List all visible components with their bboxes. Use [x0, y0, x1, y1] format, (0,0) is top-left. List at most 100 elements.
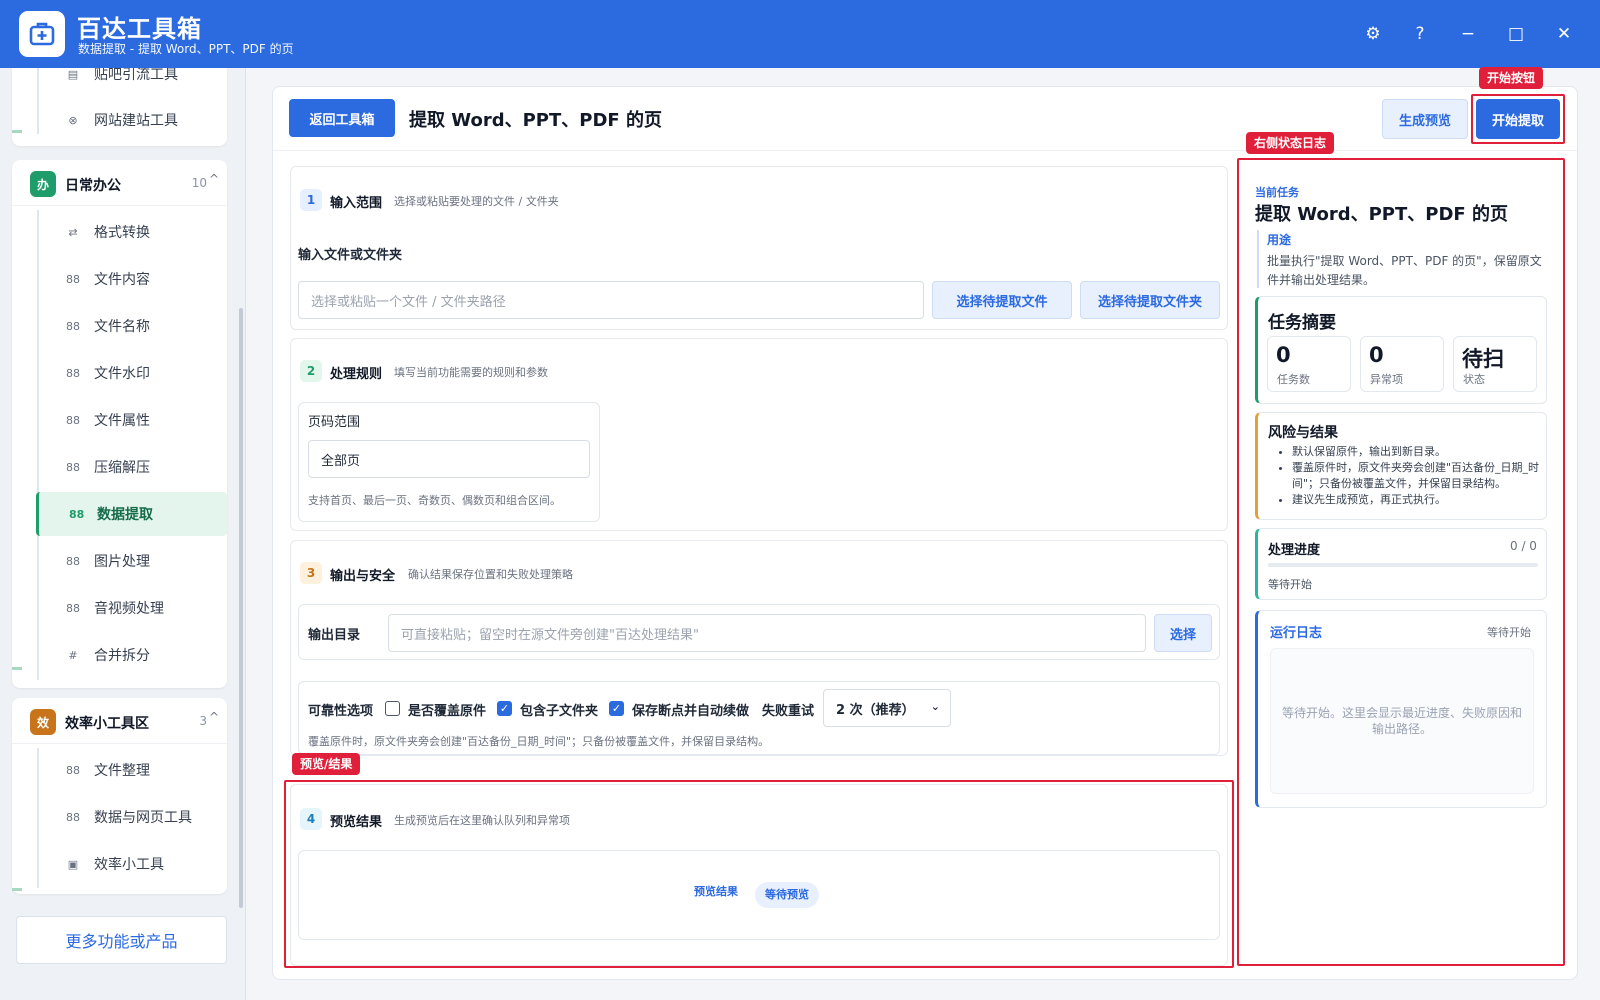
more-products-button[interactable]: 更多功能或产品	[16, 916, 227, 964]
subfolders-label: 包含子文件夹	[520, 704, 599, 719]
sidebar-item-label: 文件内容	[94, 272, 150, 288]
sidebar-item-av[interactable]: 88 音视频处理	[36, 586, 227, 630]
section-title: 处理规则	[330, 367, 383, 382]
section-desc: 填写当前功能需要的规则和参数	[394, 366, 548, 379]
sidebar-item-format-convert[interactable]: ⇄ 格式转换	[36, 210, 227, 254]
grid-icon: 88	[69, 507, 85, 521]
annotation-tag-start: 开始按钮	[1479, 67, 1544, 89]
settings-icon[interactable]: ⚙	[1359, 20, 1387, 48]
sidebar-item-data-web[interactable]: 88 数据与网页工具	[36, 795, 227, 839]
list-icon: ▤	[67, 68, 79, 81]
overwrite-note: 覆盖原件时，原文件夹旁会创建"百达备份_日期_时间"；只备份被覆盖文件，并保留目…	[308, 735, 770, 748]
step-number: 1	[300, 189, 322, 211]
grid-icon: 88	[66, 601, 80, 615]
section-title: 输出与安全	[330, 569, 396, 584]
sidebar-item-label: 图片处理	[94, 554, 150, 570]
chevron-up-icon[interactable]: ^	[209, 172, 219, 186]
sidebar-item-compress[interactable]: 88 压缩解压	[36, 445, 227, 489]
sidebar-card-previous: ▤ 贴吧引流工具 ⊗ 网站建站工具	[12, 68, 227, 146]
help-icon[interactable]: ?	[1406, 20, 1434, 48]
output-dir-input[interactable]: 可直接粘贴；留空时在源文件旁创建"百达处理结果"	[388, 614, 1146, 652]
retry-label: 失败重试	[762, 704, 815, 719]
grid-icon: 88	[66, 460, 80, 474]
grid-icon: 88	[66, 554, 80, 568]
page-range-label: 页码范围	[308, 415, 361, 430]
section-desc: 选择或粘贴要处理的文件 / 文件夹	[394, 195, 559, 208]
sidebar-item-label: 文件名称	[94, 319, 150, 335]
tree-accent	[12, 667, 22, 670]
sidebar-item-label: 效率小工具	[94, 857, 164, 873]
retry-value: 2 次（推荐）	[836, 702, 915, 718]
page-title: 提取 Word、PPT、PDF 的页	[409, 110, 662, 131]
group-badge: 效	[30, 709, 56, 735]
tree-accent	[12, 130, 22, 133]
hash-icon: #	[68, 648, 78, 662]
step-number: 2	[300, 360, 322, 382]
sidebar-item-label: 数据与网页工具	[94, 810, 192, 826]
grid-icon: 88	[66, 413, 80, 427]
sidebar-item-small-tools[interactable]: ▣ 效率小工具	[36, 842, 227, 886]
annotation-tag-log: 右侧状态日志	[1246, 132, 1335, 154]
input-field-label: 输入文件或文件夹	[298, 248, 403, 263]
sidebar-item-data-extract[interactable]: 88 数据提取	[36, 492, 227, 536]
maximize-icon[interactable]: □	[1502, 20, 1530, 48]
sidebar-item-watermark[interactable]: 88 文件水印	[36, 351, 227, 395]
chevron-down-icon: ⌄	[930, 700, 940, 713]
sidebar-item-label: 文件水印	[94, 366, 150, 382]
group-header-efficiency[interactable]: 效 效率小工具区 3 ^	[12, 698, 227, 744]
sidebar-item-merge-split[interactable]: # 合并拆分	[36, 633, 227, 677]
output-dir-label: 输出目录	[308, 628, 361, 643]
generate-preview-button[interactable]: 生成预览	[1382, 99, 1468, 139]
overwrite-checkbox[interactable]	[385, 701, 400, 716]
sidebar-item-website[interactable]: ⊗ 网站建站工具	[36, 98, 227, 142]
page-range-input[interactable]: 全部页	[308, 440, 590, 478]
section-title: 输入范围	[330, 196, 383, 211]
sidebar-item-label: 贴吧引流工具	[94, 68, 178, 83]
choose-folder-button[interactable]: 选择待提取文件夹	[1080, 281, 1220, 319]
close-icon[interactable]: ✕	[1550, 20, 1578, 48]
globe-icon: ⊗	[68, 113, 78, 127]
sidebar-group-efficiency: 效 效率小工具区 3 ^ 88 文件整理 88 数据与网页工具 ▣ 效率小工具	[12, 698, 227, 894]
resume-checkbox[interactable]: ✓	[609, 701, 624, 716]
title-bar: 百达工具箱 数据提取 - 提取 Word、PPT、PDF 的页 ⚙ ? − □ …	[0, 0, 1600, 68]
annotation-box-start	[1471, 94, 1565, 144]
group-count: 3	[199, 714, 207, 728]
sidebar-item-file-name[interactable]: 88 文件名称	[36, 304, 227, 348]
subfolders-checkbox[interactable]: ✓	[497, 701, 512, 716]
section-desc: 确认结果保存位置和失败处理策略	[408, 568, 573, 581]
page-range-value: 全部页	[321, 453, 361, 469]
grid-icon: 88	[66, 810, 80, 824]
group-count: 10	[191, 176, 207, 190]
input-path-placeholder: 选择或粘贴一个文件 / 文件夹路径	[311, 294, 506, 310]
sidebar-item-label: 压缩解压	[94, 460, 150, 476]
minimize-icon[interactable]: −	[1454, 20, 1482, 48]
choose-file-button[interactable]: 选择待提取文件	[932, 281, 1072, 319]
step-number: 3	[300, 562, 322, 584]
sidebar-item-label: 格式转换	[94, 225, 150, 241]
retry-select[interactable]: 2 次（推荐） ⌄	[823, 689, 951, 727]
sidebar-item-file-content[interactable]: 88 文件内容	[36, 257, 227, 301]
sidebar-group-office: 办 日常办公 10 ^ ⇄ 格式转换 88 文件内容 88 文件名称 88 文件水印 8…	[12, 160, 227, 688]
input-path-field[interactable]: 选择或粘贴一个文件 / 文件夹路径	[298, 281, 924, 319]
sidebar-item-image[interactable]: 88 图片处理	[36, 539, 227, 583]
app-subtitle: 数据提取 - 提取 Word、PPT、PDF 的页	[78, 42, 294, 56]
grid-icon: 88	[66, 272, 80, 286]
reliability-label: 可靠性选项	[308, 704, 374, 719]
chevron-up-icon[interactable]: ^	[209, 710, 219, 724]
sidebar-item-label: 网站建站工具	[94, 113, 178, 129]
grid-icon: 88	[66, 763, 80, 777]
choose-output-dir-button[interactable]: 选择	[1154, 614, 1212, 652]
resume-label: 保存断点并自动续做	[632, 704, 750, 719]
sidebar-item-organize[interactable]: 88 文件整理	[36, 748, 227, 792]
back-to-toolbox-button[interactable]: 返回工具箱	[289, 99, 395, 137]
output-dir-placeholder: 可直接粘贴；留空时在源文件旁创建"百达处理结果"	[401, 627, 699, 643]
sidebar-item-tieba[interactable]: ▤ 贴吧引流工具	[36, 68, 227, 96]
group-title: 效率小工具区	[65, 716, 149, 732]
group-header-office[interactable]: 办 日常办公 10 ^	[12, 160, 227, 206]
swap-icon: ⇄	[68, 225, 78, 239]
annotation-box-preview	[284, 780, 1234, 968]
sidebar-item-file-props[interactable]: 88 文件属性	[36, 398, 227, 442]
sidebar-scrollbar[interactable]	[239, 308, 243, 908]
sidebar-item-label: 合并拆分	[94, 648, 150, 664]
toolbox-icon: ▣	[67, 857, 79, 871]
